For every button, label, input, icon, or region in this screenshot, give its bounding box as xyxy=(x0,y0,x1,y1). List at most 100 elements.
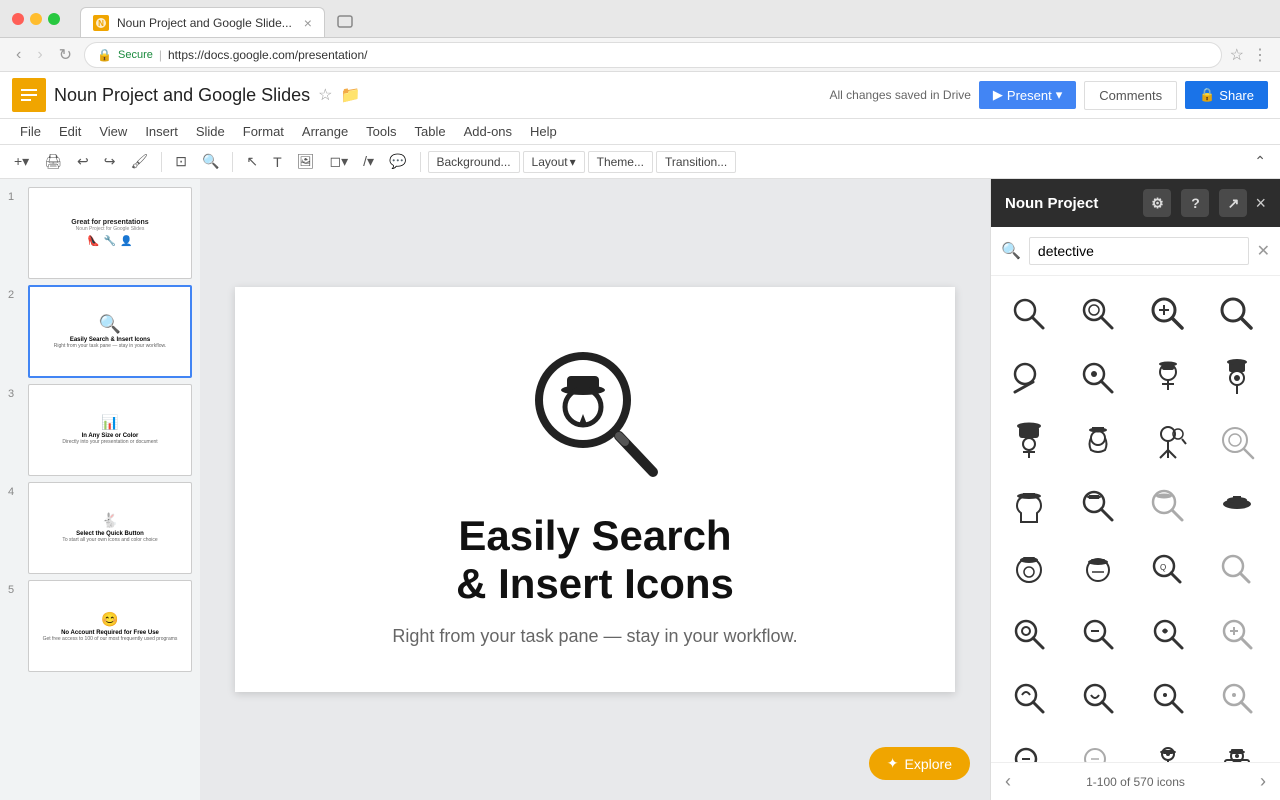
select-tool-btn[interactable]: ↖ xyxy=(240,149,264,174)
menu-insert[interactable]: Insert xyxy=(137,121,186,142)
menu-edit[interactable]: Edit xyxy=(51,121,89,142)
background-dropdown[interactable]: Background... xyxy=(428,151,520,173)
np-icon-30[interactable] xyxy=(1068,732,1128,762)
np-icon-6[interactable] xyxy=(1068,348,1128,408)
slide-item-1[interactable]: 1 Great for presentations Noun Project f… xyxy=(8,187,192,279)
bookmark-button[interactable]: ☆ xyxy=(1230,45,1244,65)
np-icon-29[interactable] xyxy=(999,732,1059,762)
np-icon-31[interactable] xyxy=(1138,732,1198,762)
np-search-input[interactable] xyxy=(1029,237,1249,265)
np-share-icon[interactable]: ↗ xyxy=(1219,189,1247,217)
new-tab[interactable] xyxy=(325,9,365,37)
close-window-btn[interactable] xyxy=(12,13,24,25)
np-icon-26[interactable] xyxy=(1068,668,1128,728)
np-icon-10[interactable] xyxy=(1068,412,1128,472)
menu-format[interactable]: Format xyxy=(235,121,292,142)
np-icon-12[interactable] xyxy=(1207,412,1267,472)
theme-dropdown[interactable]: Theme... xyxy=(588,151,653,173)
minimize-window-btn[interactable] xyxy=(30,13,42,25)
layout-dropdown[interactable]: Layout ▾ xyxy=(523,151,585,173)
slide-item-4[interactable]: 4 🐇 Select the Quick Button To start all… xyxy=(8,482,192,574)
np-close-button[interactable]: × xyxy=(1255,193,1266,214)
maximize-window-btn[interactable] xyxy=(48,13,60,25)
np-icon-27[interactable] xyxy=(1138,668,1198,728)
np-icon-19[interactable]: Q xyxy=(1138,540,1198,600)
menu-arrange[interactable]: Arrange xyxy=(294,121,356,142)
np-icon-32[interactable] xyxy=(1207,732,1267,762)
print-btn[interactable]: 🖨 xyxy=(38,149,68,174)
np-icon-4[interactable] xyxy=(1207,284,1267,344)
np-icon-24[interactable] xyxy=(1207,604,1267,664)
active-tab[interactable]: N Noun Project and Google Slide... × xyxy=(80,7,325,37)
explore-button[interactable]: ✦ Explore xyxy=(869,747,970,780)
collapse-toolbar-btn[interactable]: ⌃ xyxy=(1248,149,1272,174)
folder-icon[interactable]: 📁 xyxy=(341,85,361,105)
shape-tool-btn[interactable]: ◻▾ xyxy=(323,149,354,174)
menu-tools[interactable]: Tools xyxy=(358,121,404,142)
np-icon-22[interactable] xyxy=(1068,604,1128,664)
np-icon-9[interactable] xyxy=(999,412,1059,472)
np-icon-1[interactable] xyxy=(999,284,1059,344)
np-icon-25[interactable] xyxy=(999,668,1059,728)
np-settings-icon[interactable]: ⚙ xyxy=(1143,189,1171,217)
slide-item-2[interactable]: 2 🔍 Easily Search & Insert Icons Right f… xyxy=(8,285,192,377)
slide-thumb-4[interactable]: 🐇 Select the Quick Button To start all y… xyxy=(28,482,192,574)
np-icon-16[interactable] xyxy=(1207,476,1267,536)
present-button[interactable]: ▶ Present ▾ xyxy=(979,81,1076,109)
menu-dots-button[interactable]: ⋮ xyxy=(1252,45,1268,65)
slide-thumb-3[interactable]: 📊 In Any Size or Color Directly into you… xyxy=(28,384,192,476)
share-button[interactable]: 🔒 Share xyxy=(1185,81,1268,109)
transition-dropdown[interactable]: Transition... xyxy=(656,151,736,173)
slide-thumb-2[interactable]: 🔍 Easily Search & Insert Icons Right fro… xyxy=(28,285,192,377)
slide-item-3[interactable]: 3 📊 In Any Size or Color Directly into y… xyxy=(8,384,192,476)
text-tool-btn[interactable]: T xyxy=(267,150,288,174)
star-icon[interactable]: ☆ xyxy=(318,85,332,105)
slide-item-5[interactable]: 5 😊 No Account Required for Free Use Get… xyxy=(8,580,192,672)
present-label: Present xyxy=(1007,88,1052,103)
menu-file[interactable]: File xyxy=(12,121,49,142)
np-clear-button[interactable]: ✕ xyxy=(1257,241,1270,261)
zoom-select-btn[interactable]: ⊡ xyxy=(169,149,193,174)
np-icon-5[interactable] xyxy=(999,348,1059,408)
comment-tool-btn[interactable]: 💬 xyxy=(383,149,412,174)
np-icon-14[interactable] xyxy=(1068,476,1128,536)
slide-thumb-5[interactable]: 😊 No Account Required for Free Use Get f… xyxy=(28,580,192,672)
np-prev-button[interactable]: ‹ xyxy=(1005,771,1011,792)
line-tool-btn[interactable]: /▾ xyxy=(357,149,380,174)
image-tool-btn[interactable]: 🖼 xyxy=(291,149,321,174)
np-icon-18[interactable] xyxy=(1068,540,1128,600)
menu-addons[interactable]: Add-ons xyxy=(456,121,520,142)
np-help-icon[interactable]: ? xyxy=(1181,189,1209,217)
np-icon-20[interactable] xyxy=(1207,540,1267,600)
forward-button[interactable]: › xyxy=(33,44,46,66)
s1-icons: 👠 🔧 👤 xyxy=(87,236,132,247)
np-icon-28[interactable] xyxy=(1207,668,1267,728)
zoom-btn[interactable]: 🔍 xyxy=(196,149,225,174)
redo-btn[interactable]: ↪ xyxy=(98,149,122,174)
url-bar[interactable]: 🔒 Secure | https://docs.google.com/prese… xyxy=(84,42,1222,68)
undo-btn[interactable]: ↩ xyxy=(71,149,95,174)
reload-button[interactable]: ↻ xyxy=(55,43,76,67)
np-icon-3[interactable] xyxy=(1138,284,1198,344)
np-icon-15[interactable] xyxy=(1138,476,1198,536)
paint-format-btn[interactable]: 🖌 xyxy=(124,149,154,174)
menu-view[interactable]: View xyxy=(91,121,135,142)
insert-dropdown-btn[interactable]: +▾ xyxy=(8,149,35,174)
menu-table[interactable]: Table xyxy=(407,121,454,142)
np-icon-2[interactable] xyxy=(1068,284,1128,344)
menu-slide[interactable]: Slide xyxy=(188,121,233,142)
np-next-button[interactable]: › xyxy=(1260,771,1266,792)
menu-help[interactable]: Help xyxy=(522,121,565,142)
np-icon-23[interactable] xyxy=(1138,604,1198,664)
np-icon-11[interactable] xyxy=(1138,412,1198,472)
slide-thumb-1[interactable]: Great for presentations Noun Project for… xyxy=(28,187,192,279)
back-button[interactable]: ‹ xyxy=(12,44,25,66)
comments-button[interactable]: Comments xyxy=(1084,81,1177,110)
tab-close-btn[interactable]: × xyxy=(304,15,312,31)
doc-title[interactable]: Noun Project and Google Slides xyxy=(54,85,310,106)
np-icon-7[interactable] xyxy=(1138,348,1198,408)
np-icon-17[interactable] xyxy=(999,540,1059,600)
np-icon-8[interactable] xyxy=(1207,348,1267,408)
np-icon-21[interactable] xyxy=(999,604,1059,664)
np-icon-13[interactable] xyxy=(999,476,1059,536)
